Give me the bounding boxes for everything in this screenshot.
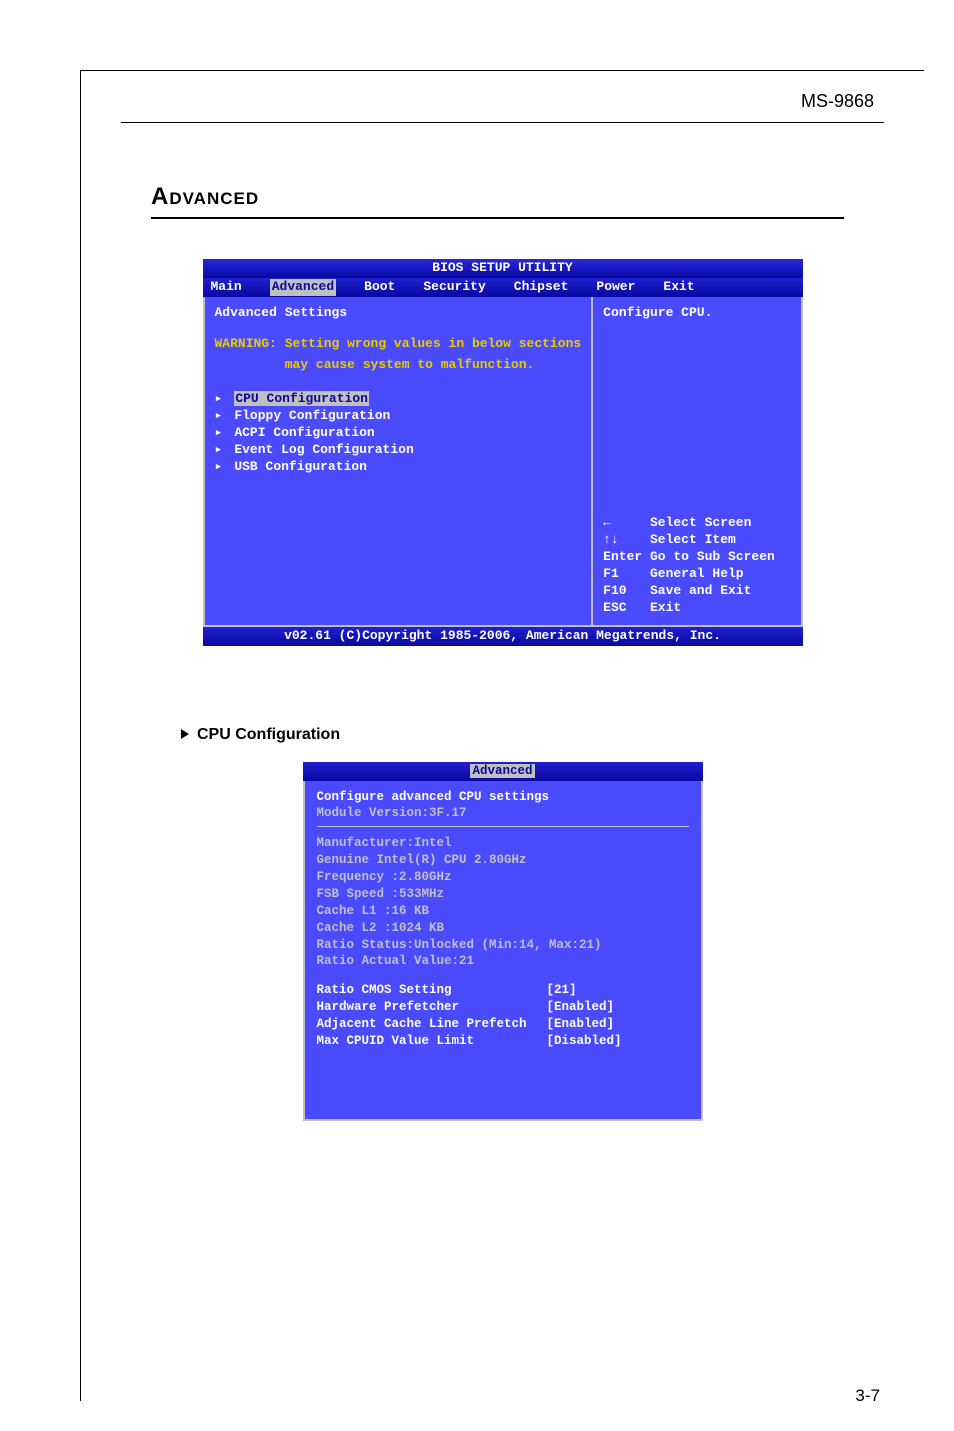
opt-label: Max CPUID Value Limit [317, 1033, 547, 1050]
opt-label: Adjacent Cache Line Prefetch [317, 1016, 547, 1033]
opt-hw-prefetcher[interactable]: Hardware Prefetcher [Enabled] [317, 999, 689, 1016]
cpu-heading: Configure advanced CPU settings [317, 789, 689, 806]
triangle-icon: ▸ [215, 442, 227, 459]
page-frame: MS-9868 Advanced BIOS SETUP UTILITY Main… [80, 70, 924, 1401]
cpu-info-manufacturer: Manufacturer:Intel [317, 835, 689, 852]
cpu-config-label: CPU Configuration [197, 726, 340, 743]
warning-line2: may cause system to malfunction. [215, 357, 582, 374]
cpu-info-ratio-actual: Ratio Actual Value:21 [317, 953, 689, 970]
menu-boot[interactable]: Boot [364, 279, 395, 296]
triangle-icon [181, 729, 189, 739]
cpu-info-ratio-status: Ratio Status:Unlocked (Min:14, Max:21) [317, 937, 689, 954]
bios-footer: v02.61 (C)Copyright 1985-2006, American … [203, 627, 803, 646]
menu-main[interactable]: Main [211, 279, 242, 296]
item-cpu-config[interactable]: CPU Configuration [234, 391, 369, 406]
divider [317, 826, 689, 827]
triangle-icon: ▸ [215, 425, 227, 442]
bios-setup-window: BIOS SETUP UTILITY Main Advanced Boot Se… [203, 259, 803, 646]
bios-title: BIOS SETUP UTILITY [203, 259, 803, 278]
opt-max-cpuid[interactable]: Max CPUID Value Limit [Disabled] [317, 1033, 689, 1050]
doc-header: MS-9868 [121, 91, 884, 123]
bios-left-pane: Advanced Settings WARNING: Setting wrong… [203, 297, 594, 627]
opt-value: [Enabled] [547, 999, 615, 1016]
section-title: Advanced [151, 183, 844, 219]
opt-adj-cache[interactable]: Adjacent Cache Line Prefetch [Enabled] [317, 1016, 689, 1033]
triangle-icon: ▸ [215, 391, 227, 408]
cpu-info-name: Genuine Intel(R) CPU 2.80GHz [317, 852, 689, 869]
item-acpi-config[interactable]: ACPI Configuration [234, 425, 374, 440]
menu-chipset[interactable]: Chipset [514, 279, 569, 296]
cpu-menu-label: Advanced [470, 764, 534, 778]
cpu-body: Configure advanced CPU settings Module V… [303, 781, 703, 1121]
triangle-icon: ▸ [215, 459, 227, 476]
advanced-settings-heading: Advanced Settings [215, 305, 582, 322]
opt-value: [Disabled] [547, 1033, 622, 1050]
cpu-info-l2: Cache L2 :1024 KB [317, 920, 689, 937]
menu-power[interactable]: Power [596, 279, 635, 296]
cpu-module-version: Module Version:3F.17 [317, 805, 689, 822]
bios-right-pane: Configure CPU. ← Select Screen ↑↓ Select… [593, 297, 802, 627]
cpu-config-heading: CPU Configuration [181, 726, 884, 744]
item-usb-config[interactable]: USB Configuration [234, 459, 367, 474]
cpu-window-title: Advanced [303, 762, 703, 781]
page-number: 3-7 [855, 1386, 880, 1406]
cpu-info-l1: Cache L1 :16 KB [317, 903, 689, 920]
item-floppy-config[interactable]: Floppy Configuration [234, 408, 390, 423]
warning-line1: WARNING: Setting wrong values in below s… [215, 336, 582, 353]
item-eventlog-config[interactable]: Event Log Configuration [234, 442, 413, 457]
menu-exit[interactable]: Exit [663, 279, 694, 296]
opt-value: [Enabled] [547, 1016, 615, 1033]
opt-label: Hardware Prefetcher [317, 999, 547, 1016]
opt-ratio-cmos[interactable]: Ratio CMOS Setting [21] [317, 982, 689, 999]
triangle-icon: ▸ [215, 408, 227, 425]
menu-security[interactable]: Security [423, 279, 485, 296]
bios-menu-bar: Main Advanced Boot Security Chipset Powe… [203, 278, 803, 297]
opt-value: [21] [547, 982, 577, 999]
menu-advanced[interactable]: Advanced [270, 279, 336, 296]
cpu-info-fsb: FSB Speed :533MHz [317, 886, 689, 903]
opt-label: Ratio CMOS Setting [317, 982, 547, 999]
help-description: Configure CPU. [603, 305, 790, 322]
cpu-config-window: Advanced Configure advanced CPU settings… [303, 762, 703, 1121]
cpu-info-frequency: Frequency :2.80GHz [317, 869, 689, 886]
key-legend: ← Select Screen ↑↓ Select Item Enter Go … [603, 515, 790, 616]
